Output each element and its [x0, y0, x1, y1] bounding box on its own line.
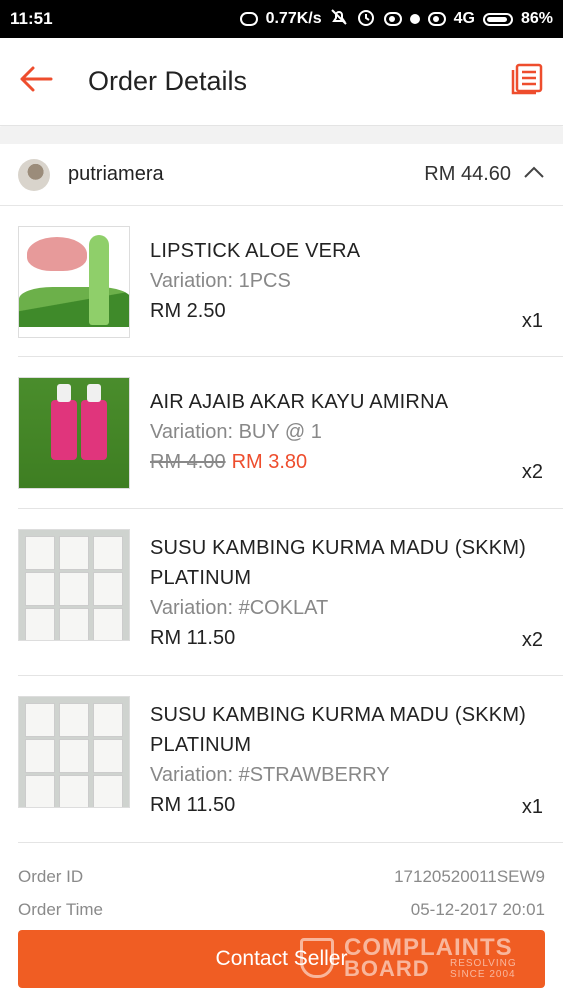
net-speed: 0.77K/s — [265, 10, 322, 27]
alarm-icon — [356, 7, 376, 32]
signal-icon-2 — [427, 12, 446, 26]
item-price: RM 11.50 — [150, 623, 543, 653]
item-quantity: x1 — [521, 796, 543, 818]
order-id-label: Order ID — [18, 866, 84, 886]
item-name: LIPSTICK ALOE VERA — [150, 240, 361, 262]
back-button[interactable] — [0, 38, 72, 126]
item-discount-price: RM 3.80 — [231, 451, 308, 473]
page-title: Order Details — [88, 66, 248, 96]
status-bar: 11:51 0.77K/s 4G 86% — [0, 0, 563, 38]
item-details: SUSU KAMBING KURMA MADU (SKKM) PLATINUM … — [150, 700, 543, 820]
order-time-value: 05-12-2017 20:01 — [410, 899, 545, 919]
order-time-row: Order Time 05-12-2017 20:01 — [18, 893, 545, 926]
item-details: LIPSTICK ALOE VERA Variation: 1PCS RM 2.… — [150, 236, 543, 326]
product-image — [18, 226, 130, 338]
item-price: RM 4.00 RM 3.80 — [150, 447, 543, 477]
item-variation: Variation: BUY @ 1 — [150, 421, 322, 443]
record-icon — [409, 14, 420, 24]
order-id-value: 17120520011SEW9 — [394, 866, 545, 886]
chevron-up-icon — [523, 165, 545, 184]
item-variation: Variation: #COKLAT — [150, 597, 329, 619]
item-quantity: x1 — [521, 310, 543, 332]
item-price-value: RM 11.50 — [150, 794, 236, 816]
product-image — [18, 696, 130, 808]
order-item[interactable]: LIPSTICK ALOE VERA Variation: 1PCS RM 2.… — [18, 206, 563, 357]
order-item[interactable]: SUSU KAMBING KURMA MADU (SKKM) PLATINUM … — [18, 676, 563, 843]
battery-icon — [482, 12, 513, 26]
seller-avatar — [18, 158, 50, 191]
status-icons: 0.77K/s 4G 86% — [239, 7, 553, 32]
battery-level: 86% — [520, 10, 553, 27]
item-variation: Variation: 1PCS — [150, 270, 291, 292]
item-name: AIR AJAIB AKAR KAYU AMIRNA — [150, 391, 449, 413]
item-name: SUSU KAMBING KURMA MADU (SKKM) — [150, 537, 527, 559]
item-quantity: x2 — [521, 629, 543, 651]
app-header: Order Details — [0, 38, 563, 126]
item-price: RM 2.50 — [150, 296, 543, 326]
item-name-line2: PLATINUM — [150, 567, 252, 589]
section-divider — [0, 127, 563, 144]
product-image — [18, 529, 130, 641]
order-id-row: Order ID 17120520011SEW9 — [18, 860, 545, 893]
item-quantity: x2 — [521, 461, 543, 483]
collapse-toggle[interactable] — [523, 164, 545, 186]
item-name: SUSU KAMBING KURMA MADU (SKKM) — [150, 704, 527, 726]
order-item[interactable]: SUSU KAMBING KURMA MADU (SKKM) PLATINUM … — [18, 509, 563, 676]
order-document-button[interactable] — [491, 38, 563, 126]
item-price-value: RM 11.50 — [150, 627, 236, 649]
item-details: AIR AJAIB AKAR KAYU AMIRNA Variation: BU… — [150, 387, 543, 477]
network-type: 4G — [453, 10, 475, 27]
item-original-price: RM 4.00 — [150, 451, 226, 473]
contact-seller-button[interactable]: Contact Seller — [18, 930, 545, 988]
product-image — [18, 377, 130, 489]
order-info: Order ID 17120520011SEW9 Order Time 05-1… — [18, 860, 545, 926]
item-price: RM 11.50 — [150, 790, 543, 820]
arrow-left-icon — [19, 65, 53, 98]
seller-row[interactable]: putriamera RM 44.60 — [0, 144, 563, 206]
status-time: 11:51 — [10, 9, 53, 28]
order-item[interactable]: AIR AJAIB AKAR KAYU AMIRNA Variation: BU… — [18, 357, 563, 509]
signal-icon — [383, 12, 402, 26]
item-name-line2: PLATINUM — [150, 734, 252, 756]
seller-name: putriamera — [68, 163, 164, 185]
mute-icon — [330, 8, 348, 31]
item-price-value: RM 2.50 — [150, 300, 226, 322]
item-variation: Variation: #STRAWBERRY — [150, 764, 390, 786]
order-items-list: LIPSTICK ALOE VERA Variation: 1PCS RM 2.… — [18, 206, 563, 843]
document-list-icon — [510, 62, 544, 101]
item-details: SUSU KAMBING KURMA MADU (SKKM) PLATINUM … — [150, 533, 543, 653]
order-time-label: Order Time — [18, 899, 104, 919]
seller-total: RM 44.60 — [424, 163, 511, 185]
data-saver-icon — [239, 12, 258, 26]
